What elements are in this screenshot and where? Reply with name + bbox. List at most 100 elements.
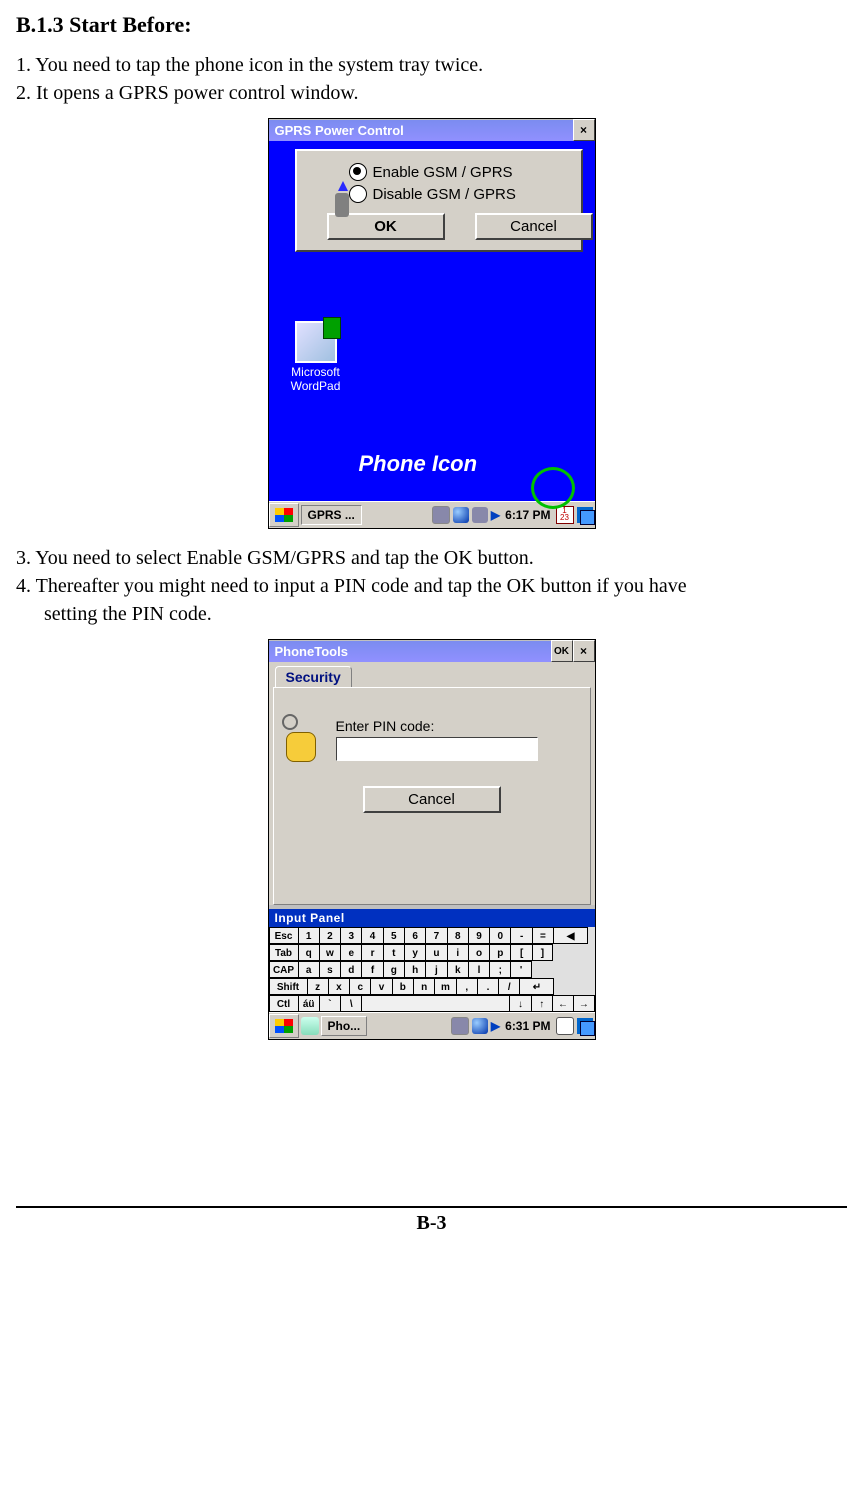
phonetools-icon[interactable] [301, 1017, 319, 1035]
start-button[interactable] [269, 503, 299, 527]
cancel-button[interactable]: Cancel [363, 786, 501, 813]
start-button[interactable] [269, 1014, 299, 1038]
key-.[interactable]: . [477, 978, 498, 995]
key-◀[interactable]: ◀ [553, 927, 588, 944]
key-,[interactable]: , [456, 978, 477, 995]
key-8[interactable]: 8 [447, 927, 468, 944]
key-5[interactable]: 5 [383, 927, 404, 944]
key-c[interactable]: c [349, 978, 370, 995]
taskbar-app-button[interactable]: Pho... [321, 1016, 368, 1036]
globe-icon[interactable] [453, 507, 469, 523]
key-w[interactable]: w [319, 944, 340, 961]
key-Tab[interactable]: Tab [269, 944, 298, 961]
step-1: 1. You need to tap the phone icon in the… [16, 52, 847, 78]
key--[interactable]: - [510, 927, 531, 944]
desktop-shortcut-wordpad[interactable]: Microsoft WordPad [283, 321, 349, 393]
step-4-line2: setting the PIN code. [16, 601, 847, 627]
window-title: PhoneTools [269, 641, 551, 662]
start-icon [275, 1019, 293, 1033]
globe-icon[interactable] [472, 1018, 488, 1034]
key-j[interactable]: j [425, 961, 446, 978]
key-Esc[interactable]: Esc [269, 927, 298, 944]
key-←[interactable]: ← [552, 995, 573, 1012]
system-tray: ▶ 6:17 PM 123 [432, 506, 595, 524]
key-áü[interactable]: áü [298, 995, 319, 1012]
key-9[interactable]: 9 [468, 927, 489, 944]
key-f[interactable]: f [361, 961, 382, 978]
key-4[interactable]: 4 [361, 927, 382, 944]
key-;[interactable]: ; [489, 961, 510, 978]
key-b[interactable]: b [392, 978, 413, 995]
key-x[interactable]: x [328, 978, 349, 995]
key-[[interactable]: [ [510, 944, 531, 961]
key-][interactable]: ] [532, 944, 553, 961]
phone-icon[interactable] [472, 507, 488, 523]
radio-disable-gsm[interactable]: Disable GSM / GPRS [349, 185, 571, 203]
key-e[interactable]: e [340, 944, 361, 961]
key-Shift[interactable]: Shift [269, 978, 307, 995]
ok-titlebar-button[interactable]: OK [551, 640, 573, 662]
key-u[interactable]: u [425, 944, 446, 961]
key-z[interactable]: z [307, 978, 328, 995]
key-m[interactable]: m [434, 978, 455, 995]
key-h[interactable]: h [404, 961, 425, 978]
key-g[interactable]: g [383, 961, 404, 978]
cancel-button[interactable]: Cancel [475, 213, 593, 240]
close-button[interactable]: × [573, 119, 595, 141]
key-→[interactable]: → [573, 995, 594, 1012]
key-k[interactable]: k [447, 961, 468, 978]
sip-toggle-icon[interactable] [556, 1017, 574, 1035]
key-7[interactable]: 7 [425, 927, 446, 944]
key-3[interactable]: 3 [340, 927, 361, 944]
key-d[interactable]: d [340, 961, 361, 978]
windows-icon[interactable] [577, 1018, 593, 1034]
key-/[interactable]: / [498, 978, 519, 995]
key-v[interactable]: v [370, 978, 391, 995]
pin-input[interactable] [336, 737, 538, 761]
key-1[interactable]: 1 [298, 927, 319, 944]
desktop-area: Enable GSM / GPRS Disable GSM / GPRS OK … [269, 141, 595, 501]
key-↓[interactable]: ↓ [509, 995, 530, 1012]
key-o[interactable]: o [468, 944, 489, 961]
key-p[interactable]: p [489, 944, 510, 961]
key-↑[interactable]: ↑ [531, 995, 552, 1012]
key-↵[interactable]: ↵ [519, 978, 554, 995]
radio-disable-label: Disable GSM / GPRS [373, 186, 516, 203]
key-\[interactable]: \ [340, 995, 361, 1012]
network-icon[interactable] [432, 506, 450, 524]
page-rule [16, 1206, 847, 1208]
tray-arrow-icon: ▶ [491, 508, 500, 522]
gprs-dialog: Enable GSM / GPRS Disable GSM / GPRS OK … [295, 149, 583, 252]
key-a[interactable]: a [298, 961, 319, 978]
key-t[interactable]: t [383, 944, 404, 961]
key-CAP[interactable]: CAP [269, 961, 298, 978]
taskbar-clock[interactable]: 6:17 PM [505, 508, 550, 522]
page-number: B-3 [16, 1212, 847, 1235]
radio-enable-gsm[interactable]: Enable GSM / GPRS [349, 163, 571, 181]
key-6[interactable]: 6 [404, 927, 425, 944]
key-space[interactable] [361, 995, 509, 1012]
tab-security[interactable]: Security [275, 666, 352, 687]
key-l[interactable]: l [468, 961, 489, 978]
kb-row-5: Ctláü`\ ↓↑←→ [269, 995, 595, 1012]
taskbar-app-button[interactable]: GPRS ... [301, 505, 362, 525]
key-n[interactable]: n [413, 978, 434, 995]
calendar-icon[interactable]: 123 [556, 506, 574, 524]
key-q[interactable]: q [298, 944, 319, 961]
windows-icon[interactable] [577, 507, 593, 523]
key-'[interactable]: ' [510, 961, 531, 978]
network-icon[interactable] [451, 1017, 469, 1035]
key-s[interactable]: s [319, 961, 340, 978]
figure-2: PhoneTools OK × Security Enter PIN code:… [16, 639, 847, 1040]
key-2[interactable]: 2 [319, 927, 340, 944]
key-`[interactable]: ` [319, 995, 340, 1012]
taskbar-clock[interactable]: 6:31 PM [505, 1019, 550, 1033]
key-y[interactable]: y [404, 944, 425, 961]
key-0[interactable]: 0 [489, 927, 510, 944]
key-i[interactable]: i [447, 944, 468, 961]
close-button[interactable]: × [573, 640, 595, 662]
figure-1: GPRS Power Control × Enable GSM / GPRS D… [16, 118, 847, 529]
key-r[interactable]: r [361, 944, 382, 961]
key-Ctl[interactable]: Ctl [269, 995, 298, 1012]
key-=[interactable]: = [532, 927, 553, 944]
